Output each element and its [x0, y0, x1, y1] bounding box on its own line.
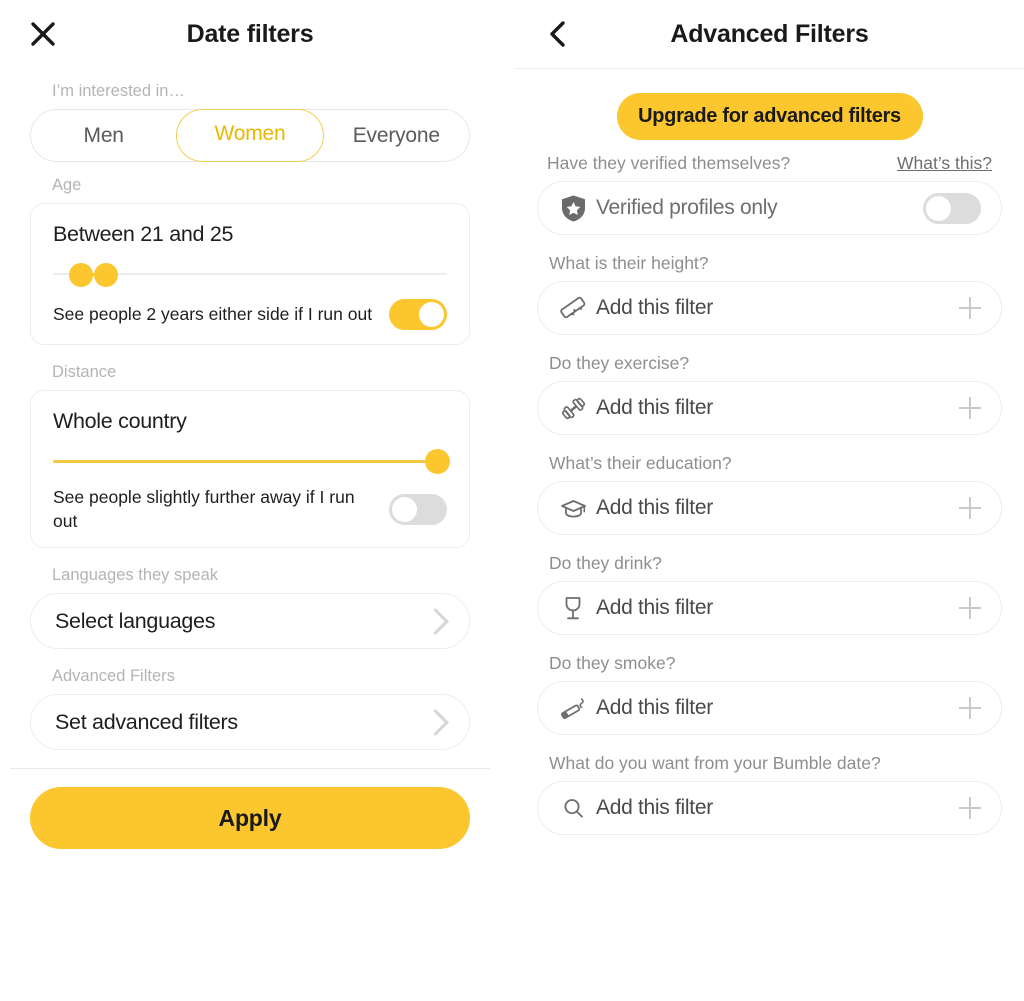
page-title: Advanced Filters [670, 19, 869, 48]
filter-row-height[interactable]: Add this filter [537, 281, 1002, 335]
filter-question: Do they exercise? [549, 353, 690, 373]
upgrade-button[interactable]: Upgrade for advanced filters [616, 93, 923, 140]
select-languages-row[interactable]: Select languages [30, 593, 470, 650]
toggle-knob [419, 302, 444, 327]
distance-expand-label: See people slightly further away if I ru… [53, 487, 355, 531]
age-range-slider[interactable] [53, 257, 447, 291]
filter-question: What’s their education? [549, 453, 732, 473]
filter-action-label: Add this filter [596, 396, 713, 419]
age-expand-toggle[interactable] [389, 299, 447, 330]
distance-slider-thumb[interactable] [425, 449, 451, 474]
date-filters-screen: Date filters I’m interested in… Men Wome… [0, 0, 500, 1001]
filter-action-label: Add this filter [596, 696, 713, 719]
filter-group-exercise: Do they exercise? Add this filter [537, 353, 1002, 435]
apply-button-label: Apply [218, 804, 282, 831]
apply-button[interactable]: Apply [30, 787, 470, 850]
filter-group-date-intent: What do you want from your Bumble date? … [537, 753, 1002, 835]
verified-question-line: Have they verified themselves? What’s th… [547, 153, 992, 174]
age-slider-thumb-min[interactable] [68, 263, 93, 287]
age-card: Between 21 and 25 See people 2 years eit… [30, 203, 470, 345]
page-title: Date filters [186, 19, 314, 48]
age-expand-row: See people 2 years either side if I run … [53, 299, 447, 330]
filter-row-drink[interactable]: Add this filter [537, 581, 1002, 635]
advanced-filters-screen: Advanced Filters Upgrade for advanced fi… [515, 0, 1024, 1001]
set-advanced-filters-row[interactable]: Set advanced filters [30, 694, 470, 751]
chevron-left-icon[interactable] [535, 11, 581, 57]
date-filters-body: I’m interested in… Men Women Everyone Ag… [0, 82, 500, 751]
segment-women[interactable]: Women [176, 109, 324, 162]
plus-icon[interactable] [959, 597, 981, 619]
distance-value: Whole country [53, 409, 187, 433]
graduation-cap-icon [556, 496, 590, 520]
filter-row-exercise[interactable]: Add this filter [537, 381, 1002, 435]
advanced-filters-body: Upgrade for advanced filters Have they v… [515, 93, 1024, 835]
verified-profiles-toggle[interactable] [923, 192, 981, 224]
select-languages-value: Select languages [55, 608, 216, 633]
distance-card: Whole country See people slightly furthe… [30, 390, 470, 549]
toggle-knob [926, 195, 951, 221]
filter-action-label: Add this filter [596, 296, 713, 319]
plus-icon[interactable] [959, 697, 981, 719]
chevron-right-icon [422, 607, 449, 635]
search-icon [556, 796, 590, 821]
upgrade-button-label: Upgrade for advanced filters [638, 105, 901, 127]
chevron-right-icon [422, 708, 449, 736]
segment-men[interactable]: Men [31, 109, 176, 162]
panel-gap [500, 0, 515, 1001]
languages-label: Languages they speak [52, 566, 219, 585]
filter-group-education: What’s their education? Add this filter [537, 453, 1002, 535]
age-expand-label: See people 2 years either side if I run … [53, 303, 373, 324]
set-advanced-filters-value: Set advanced filters [55, 709, 238, 734]
age-slider-thumb-max[interactable] [94, 263, 119, 287]
segment-everyone[interactable]: Everyone [324, 109, 469, 162]
cigarette-icon [556, 696, 590, 720]
advanced-filters-label: Advanced Filters [52, 667, 175, 686]
distance-expand-toggle[interactable] [389, 494, 447, 526]
shield-star-icon [556, 194, 590, 223]
distance-label: Distance [52, 363, 117, 381]
distance-expand-row: See people slightly further away if I ru… [53, 486, 447, 533]
age-range-value: Between 21 and 25 [53, 222, 234, 246]
filter-question: What is their height? [549, 253, 709, 273]
plus-icon[interactable] [959, 297, 981, 319]
ruler-icon [556, 295, 590, 321]
interested-in-label: I’m interested in… [52, 82, 185, 100]
dual-screenshot: Date filters I’m interested in… Men Wome… [0, 0, 1024, 1001]
plus-icon[interactable] [959, 497, 981, 519]
filter-question: Do they smoke? [549, 653, 676, 673]
filter-group-smoke: Do they smoke? Add this filter [537, 653, 1002, 735]
plus-icon[interactable] [959, 397, 981, 419]
verified-profiles-row[interactable]: Verified profiles only [537, 181, 1002, 235]
gender-segmented-control[interactable]: Men Women Everyone [30, 109, 470, 162]
advanced-filters-header: Advanced Filters [515, 0, 1024, 69]
wine-glass-icon [556, 595, 590, 622]
footer-divider [10, 768, 490, 770]
filter-row-smoke[interactable]: Add this filter [537, 681, 1002, 735]
filter-action-label: Add this filter [596, 496, 713, 519]
verified-question: Have they verified themselves? [547, 153, 791, 173]
whats-this-link[interactable]: What’s this? [897, 153, 992, 174]
close-icon[interactable] [20, 11, 66, 57]
filter-question: What do you want from your Bumble date? [549, 753, 881, 773]
age-label: Age [52, 176, 82, 194]
filter-action-label: Add this filter [596, 596, 713, 619]
plus-icon[interactable] [959, 797, 981, 819]
distance-slider[interactable] [53, 444, 451, 478]
verified-profiles-label: Verified profiles only [596, 196, 778, 219]
filter-row-date-intent[interactable]: Add this filter [537, 781, 1002, 835]
distance-slider-fill [53, 459, 436, 463]
filter-group-height: What is their height? Add this filter [537, 253, 1002, 335]
filter-row-education[interactable]: Add this filter [537, 481, 1002, 535]
filter-question: Do they drink? [549, 553, 662, 573]
filter-action-label: Add this filter [596, 796, 713, 819]
filter-group-drink: Do they drink? Add this filter [537, 553, 1002, 635]
toggle-knob [392, 497, 417, 523]
date-filters-header: Date filters [0, 0, 500, 68]
dumbbell-icon [556, 395, 590, 422]
